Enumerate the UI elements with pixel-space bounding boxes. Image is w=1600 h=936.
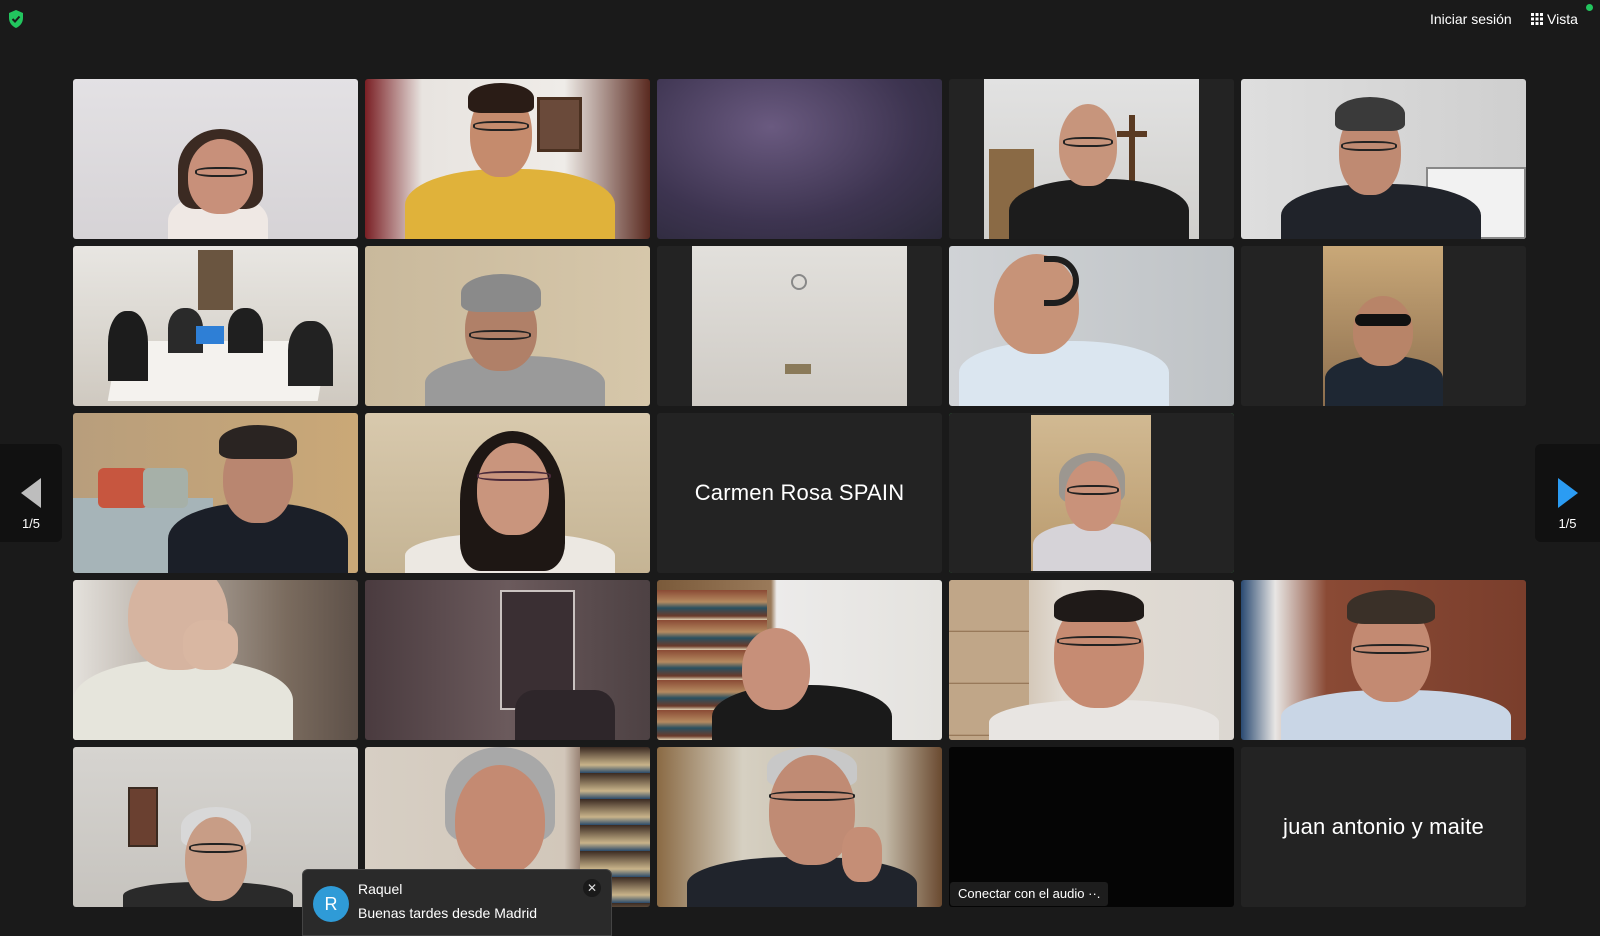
video-tile-man-door[interactable] bbox=[1241, 580, 1526, 740]
video-tile-active-speaker[interactable] bbox=[949, 413, 1234, 573]
video-tile-meeting-room[interactable] bbox=[73, 246, 358, 406]
grid-icon bbox=[1531, 13, 1543, 25]
page-indicator: 1/5 bbox=[1558, 516, 1577, 531]
video-tile-man-headphones[interactable] bbox=[949, 246, 1234, 406]
video-tile-woman-hand-chin[interactable] bbox=[73, 580, 358, 740]
previous-page-button[interactable]: 1/5 bbox=[0, 444, 62, 542]
video-tile-dim-room[interactable] bbox=[365, 580, 650, 740]
connect-audio-label: Conectar con el audio ··. bbox=[950, 882, 1109, 906]
video-tile-empty bbox=[1241, 413, 1526, 573]
video-tile-juan-antonio[interactable]: juan antonio y maite bbox=[1241, 747, 1526, 907]
close-icon[interactable]: ✕ bbox=[583, 879, 601, 897]
chevron-right-icon bbox=[1557, 478, 1578, 508]
video-tile-older-man-grey[interactable] bbox=[365, 246, 650, 406]
view-button[interactable]: Vista bbox=[1525, 6, 1584, 32]
chat-message: Buenas tardes desde Madrid bbox=[358, 905, 537, 921]
video-tile-priest-sunglasses[interactable] bbox=[1241, 246, 1526, 406]
video-tile-man-hand-face[interactable] bbox=[657, 747, 942, 907]
view-button-label: Vista bbox=[1547, 11, 1578, 27]
sign-in-button[interactable]: Iniciar sesión bbox=[1424, 6, 1518, 32]
video-tile-woman-glasses-dark-hair[interactable] bbox=[365, 413, 650, 573]
participant-name: juan antonio y maite bbox=[1283, 814, 1484, 839]
video-tile-woman-glasses[interactable] bbox=[73, 79, 358, 239]
audio-more-icon: ··. bbox=[1088, 886, 1101, 901]
video-tile-ceiling[interactable] bbox=[657, 246, 942, 406]
video-tile-priest-crucifix[interactable] bbox=[949, 79, 1234, 239]
chat-sender-name: Raquel bbox=[358, 881, 403, 897]
video-tile-carmen-rosa[interactable]: Carmen Rosa SPAIN bbox=[657, 413, 942, 573]
connect-audio-text: Conectar con el audio bbox=[958, 886, 1085, 901]
next-page-button[interactable]: 1/5 bbox=[1535, 444, 1600, 542]
security-shield-icon[interactable] bbox=[6, 9, 26, 29]
video-gallery: Carmen Rosa SPAIN juan antonio y maite bbox=[73, 79, 1526, 908]
video-tile-blurred[interactable] bbox=[657, 79, 942, 239]
video-tile-man-glasses-shelf[interactable] bbox=[949, 580, 1234, 740]
avatar: R bbox=[313, 886, 349, 922]
status-dot bbox=[1586, 4, 1593, 11]
video-tile-man-bedroom[interactable] bbox=[73, 413, 358, 573]
top-bar: Iniciar sesión Vista bbox=[0, 0, 1600, 40]
chevron-left-icon bbox=[21, 478, 41, 508]
video-tile-man-yellow-sweater[interactable] bbox=[365, 79, 650, 239]
video-tile-priest-bookshelf[interactable] bbox=[657, 580, 942, 740]
page-indicator: 1/5 bbox=[21, 516, 41, 531]
participant-name: Carmen Rosa SPAIN bbox=[694, 480, 905, 505]
video-tile-man-printer[interactable] bbox=[1241, 79, 1526, 239]
chat-notification[interactable]: R Raquel Buenas tardes desde Madrid ✕ bbox=[302, 869, 612, 936]
